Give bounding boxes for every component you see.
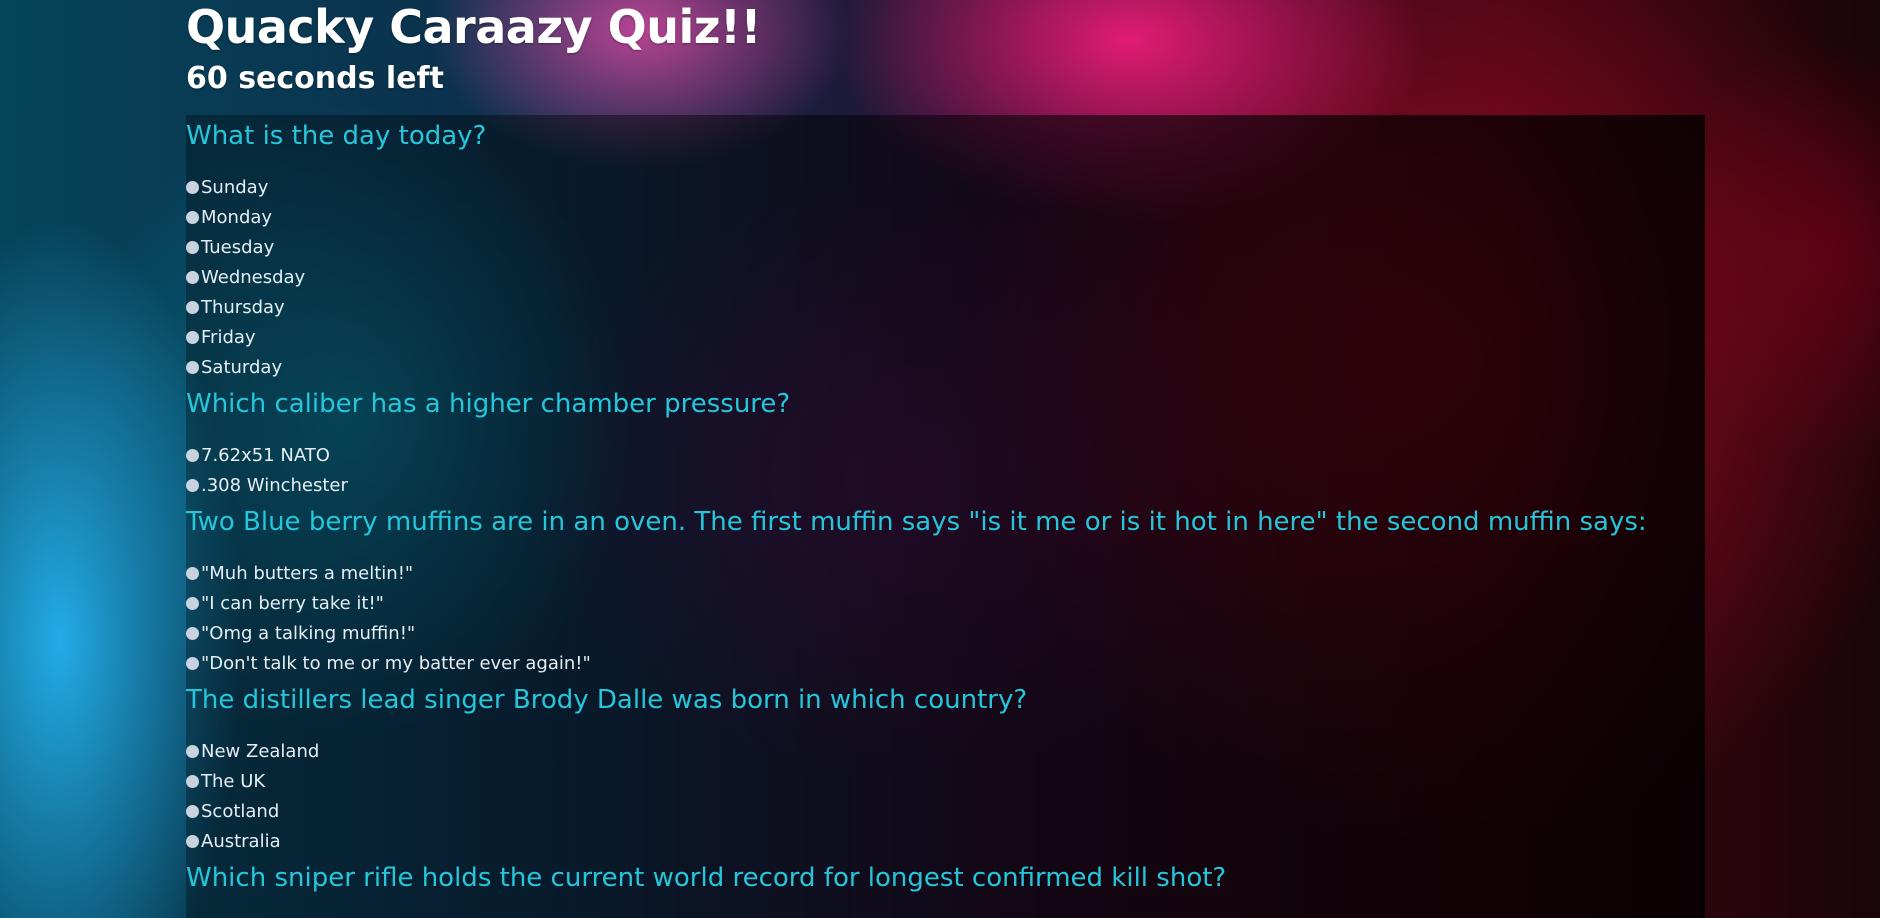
radio-button-icon[interactable] (186, 330, 199, 344)
answer-label: Friday (201, 327, 256, 348)
answer-option[interactable]: Tuesday (186, 233, 1705, 263)
answer-option[interactable]: Sunday (186, 173, 1705, 203)
answer-label: 7.62x51 NATO (201, 445, 330, 466)
radio-button-icon[interactable] (186, 834, 199, 848)
radio-button-icon[interactable] (186, 180, 199, 194)
answer-label: "Don't talk to me or my batter ever agai… (201, 653, 591, 674)
radio-button-icon[interactable] (186, 656, 199, 670)
question-text: The distillers lead singer Brody Dalle w… (186, 685, 1028, 715)
answer-label: Scotland (201, 801, 280, 822)
answer-label: .308 Winchester (201, 475, 348, 496)
radio-button-icon[interactable] (186, 774, 199, 788)
radio-button-icon[interactable] (186, 448, 199, 462)
radio-button-icon[interactable] (186, 626, 199, 640)
answer-option[interactable]: New Zealand (186, 737, 1705, 767)
radio-button-icon[interactable] (186, 596, 199, 610)
answer-label: Monday (201, 207, 273, 228)
radio-button-icon[interactable] (186, 270, 199, 284)
answer-options: "Muh butters a meltin!" "I can berry tak… (186, 559, 1705, 679)
page-title: Quacky Caraazy Quiz!! (186, 0, 761, 54)
radio-button-icon[interactable] (186, 210, 199, 224)
answer-option[interactable]: Australia (186, 827, 1705, 857)
question-text: What is the day today? (186, 121, 487, 151)
answer-option[interactable]: "Muh butters a meltin!" (186, 559, 1705, 589)
answer-label: "Omg a talking muffin!" (201, 623, 416, 644)
answer-label: Tuesday (201, 237, 275, 258)
quiz-header: Quacky Caraazy Quiz!! 60 seconds left (186, 0, 761, 98)
answer-label: New Zealand (201, 741, 320, 762)
answer-option[interactable]: "Omg a talking muffin!" (186, 619, 1705, 649)
answer-label: The UK (201, 771, 266, 792)
question-block: The distillers lead singer Brody Dalle w… (186, 679, 1705, 857)
answer-label: Sunday (201, 177, 269, 198)
answer-option[interactable]: Friday (186, 323, 1705, 353)
question-text: Two Blue berry muffins are in an oven. T… (186, 507, 1647, 537)
radio-button-icon[interactable] (186, 360, 199, 374)
answer-option[interactable]: Monday (186, 203, 1705, 233)
answer-option[interactable]: .308 Winchester (186, 471, 1705, 501)
quiz-panel: What is the day today? Sunday Monday Tue… (186, 115, 1705, 918)
radio-button-icon[interactable] (186, 566, 199, 580)
radio-button-icon[interactable] (186, 804, 199, 818)
answer-options: 7.62x51 NATO .308 Winchester (186, 441, 1705, 501)
radio-button-icon[interactable] (186, 300, 199, 314)
question-block: Which caliber has a higher chamber press… (186, 383, 1705, 501)
answer-label: Australia (201, 831, 281, 852)
question-block: Two Blue berry muffins are in an oven. T… (186, 501, 1705, 679)
answer-option[interactable]: Saturday (186, 353, 1705, 383)
answer-option[interactable]: Wednesday (186, 263, 1705, 293)
answer-option[interactable]: "I can berry take it!" (186, 589, 1705, 619)
answer-label: Saturday (201, 357, 283, 378)
answer-option[interactable]: Scotland (186, 797, 1705, 827)
radio-button-icon[interactable] (186, 744, 199, 758)
answer-options: Sunday Monday Tuesday Wednesday Thursday… (186, 173, 1705, 383)
countdown-timer: 60 seconds left (186, 61, 444, 96)
question-block: Which sniper rifle holds the current wor… (186, 857, 1705, 899)
answer-label: "I can berry take it!" (201, 593, 384, 614)
answer-label: Wednesday (201, 267, 306, 288)
radio-button-icon[interactable] (186, 240, 199, 254)
question-text: Which caliber has a higher chamber press… (186, 389, 791, 419)
answer-label: Thursday (201, 297, 285, 318)
answer-option[interactable]: Thursday (186, 293, 1705, 323)
radio-button-icon[interactable] (186, 478, 199, 492)
answer-option[interactable]: 7.62x51 NATO (186, 441, 1705, 471)
question-text: Which sniper rifle holds the current wor… (186, 863, 1227, 893)
question-block: What is the day today? Sunday Monday Tue… (186, 115, 1705, 383)
answer-option[interactable]: "Don't talk to me or my batter ever agai… (186, 649, 1705, 679)
answer-label: "Muh butters a meltin!" (201, 563, 414, 584)
answer-option[interactable]: The UK (186, 767, 1705, 797)
answer-options: New Zealand The UK Scotland Australia (186, 737, 1705, 857)
